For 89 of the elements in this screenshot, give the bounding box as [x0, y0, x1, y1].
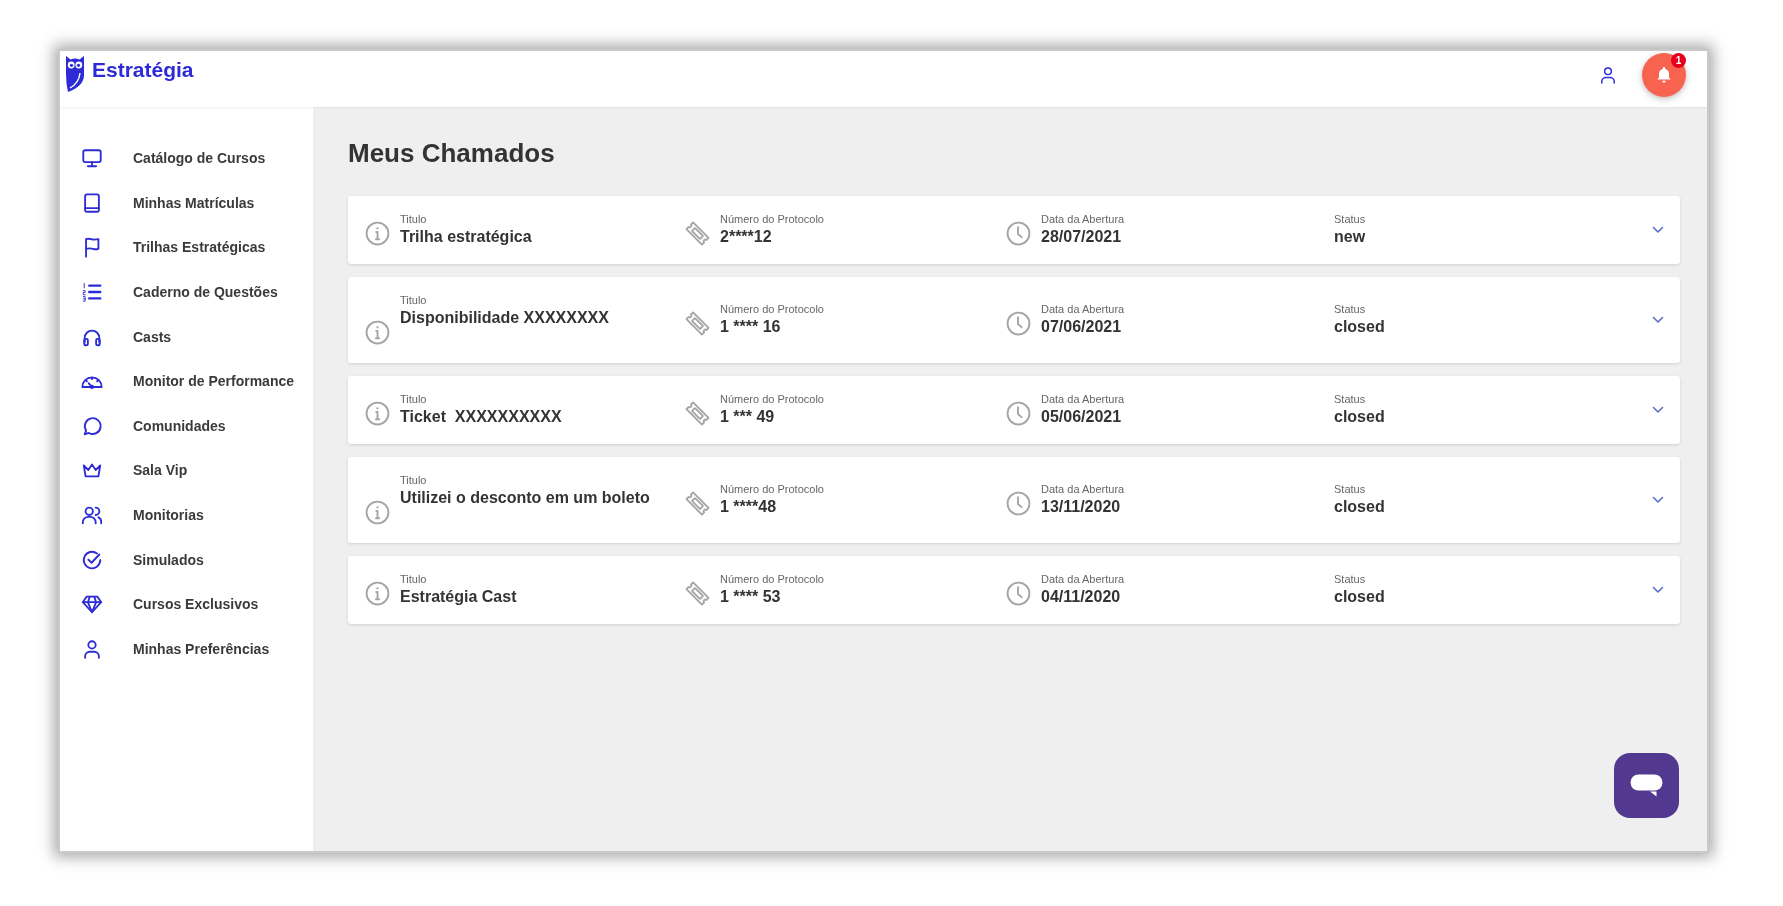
sidebar-link[interactable]: Minhas Preferências [81, 637, 270, 660]
sidebar-link[interactable]: Monitorias [81, 504, 204, 527]
bell-icon [1654, 65, 1674, 85]
speech-bubble-icon [81, 414, 103, 437]
ticket-icon [685, 310, 710, 336]
ticket-status: closed [1334, 496, 1385, 517]
ticket-icon [685, 580, 710, 606]
ticket-icon [685, 490, 710, 516]
sidebar-link[interactable]: Cursos Exclusivos [81, 593, 259, 616]
info-icon [365, 319, 390, 345]
ticket-status: closed [1334, 406, 1385, 427]
monitor-icon [81, 147, 103, 170]
opening-date: 07/06/2021 [1041, 316, 1122, 337]
info-icon [365, 400, 390, 426]
people-icon [81, 504, 103, 527]
clock-icon [1006, 580, 1031, 606]
sidebar-link[interactable]: Catálogo de Cursos [81, 147, 266, 170]
ticket-title: Estratégia Cast [400, 586, 517, 607]
ticket-title: Disponibilidade XXXXXXXX [400, 307, 609, 328]
chevron-down-icon[interactable] [1652, 406, 1664, 414]
info-icon [365, 220, 390, 246]
sidebar-link[interactable]: Simulados [81, 548, 204, 571]
chevron-down-icon[interactable] [1652, 586, 1664, 594]
info-icon [365, 499, 390, 525]
status-label: Status [1334, 482, 1366, 496]
title-label: Titulo [400, 392, 427, 406]
notification-badge: 1 [1671, 53, 1686, 68]
protocol-number: 2****12 [720, 226, 772, 247]
sidebar-link[interactable]: Minhas Matrículas [81, 191, 255, 214]
title-label: Titulo [400, 212, 427, 226]
sidebar-link[interactable]: Casts [81, 325, 172, 348]
protocol-label: Número do Protocolo [720, 482, 824, 496]
date-label: Data da Abertura [1041, 392, 1125, 406]
user-icon [81, 637, 103, 660]
protocol-label: Número do Protocolo [720, 212, 824, 226]
protocol-number: 1 **** 16 [720, 316, 781, 337]
check-circle-icon [81, 548, 103, 571]
date-label: Data da Abertura [1041, 302, 1125, 316]
sidebar-link[interactable]: Sala Vip [81, 459, 188, 482]
owl-logo-icon[interactable] [65, 54, 85, 92]
logo-text[interactable]: Estratégia [92, 56, 194, 83]
opening-date: 28/07/2021 [1041, 226, 1122, 247]
diamond-icon [81, 593, 103, 616]
ticket-title: Utilizei o desconto em um boleto [400, 487, 650, 508]
status-label: Status [1334, 302, 1366, 316]
page-title: Meus Chamados [348, 137, 555, 169]
numbered-list-icon [81, 281, 103, 304]
clock-icon [1006, 220, 1031, 246]
opening-date: 13/11/2020 [1041, 496, 1121, 517]
title-label: Titulo [400, 473, 427, 487]
title-label: Titulo [400, 293, 427, 307]
notification-button[interactable]: 1 [1642, 53, 1686, 97]
protocol-number: 1 *** 49 [720, 406, 775, 427]
title-label: Titulo [400, 572, 427, 586]
chevron-down-icon[interactable] [1652, 226, 1664, 234]
protocol-label: Número do Protocolo [720, 572, 824, 586]
chevron-down-icon[interactable] [1652, 316, 1664, 324]
ticket-title: Ticket XXXXXXXXXX [400, 406, 562, 427]
speech-bubble-icon [1630, 774, 1663, 797]
protocol-number: 1 **** 53 [720, 586, 781, 607]
chevron-down-icon[interactable] [1652, 496, 1664, 504]
ticket-icon [685, 400, 710, 426]
info-icon [365, 580, 390, 606]
date-label: Data da Abertura [1041, 572, 1125, 586]
date-label: Data da Abertura [1041, 482, 1125, 496]
ticket-status: closed [1334, 586, 1385, 607]
ticket-title: Trilha estratégica [400, 226, 532, 247]
sidebar-link[interactable]: Monitor de Performance [81, 370, 295, 393]
clock-icon [1006, 490, 1031, 516]
date-label: Data da Abertura [1041, 212, 1125, 226]
sidebar-link[interactable]: Trilhas Estratégicas [81, 236, 266, 259]
clock-icon [1006, 310, 1031, 336]
clock-icon [1006, 400, 1031, 426]
chat-button[interactable] [1614, 753, 1679, 818]
protocol-label: Número do Protocolo [720, 302, 824, 316]
ticket-status: new [1334, 226, 1366, 247]
ticket-status: closed [1334, 316, 1385, 337]
opening-date: 04/11/2020 [1041, 586, 1121, 607]
status-label: Status [1334, 212, 1366, 226]
ticket-icon [685, 220, 710, 246]
user-icon[interactable] [1598, 65, 1618, 85]
protocol-number: 1 ****48 [720, 496, 777, 517]
protocol-label: Número do Protocolo [720, 392, 824, 406]
status-label: Status [1334, 392, 1366, 406]
opening-date: 05/06/2021 [1041, 406, 1122, 427]
status-label: Status [1334, 572, 1366, 586]
sidebar-link[interactable]: Comunidades [81, 414, 226, 437]
book-icon [81, 191, 103, 214]
sidebar-link[interactable]: Caderno de Questões [81, 281, 278, 304]
